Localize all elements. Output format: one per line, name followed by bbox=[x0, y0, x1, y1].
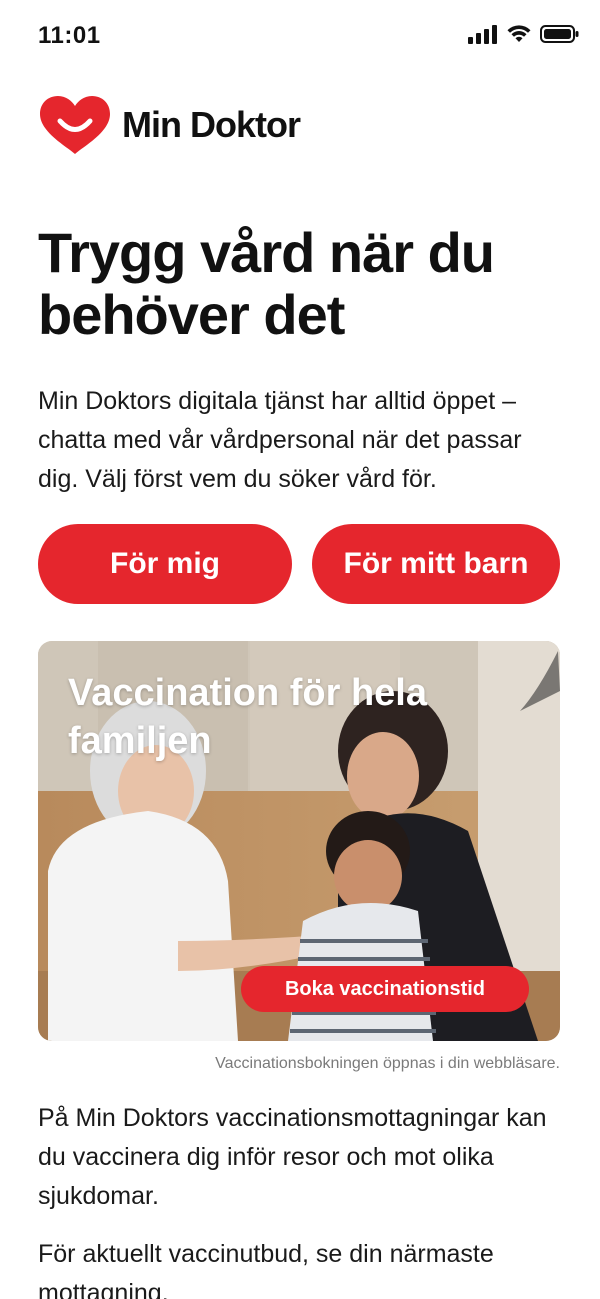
for-my-child-button[interactable]: För mitt barn bbox=[312, 524, 560, 604]
promo-note: Vaccinationsbokningen öppnas i din webbl… bbox=[215, 1055, 560, 1072]
status-time: 11:01 bbox=[38, 22, 101, 49]
book-vaccination-button[interactable]: Boka vaccinationstid bbox=[241, 966, 529, 1012]
hero-description: Min Doktors digitala tjänst har alltid ö… bbox=[38, 387, 522, 493]
logo[interactable]: Min Doktor bbox=[38, 94, 301, 156]
status-icons bbox=[468, 24, 580, 44]
wifi-icon bbox=[507, 25, 531, 42]
heart-smile-logo-icon bbox=[40, 96, 110, 154]
battery-icon bbox=[540, 25, 579, 43]
vaccination-info-text: På Min Doktors vaccinationsmottagningar … bbox=[38, 1104, 547, 1210]
vaccine-offer-text: För aktuellt vaccinutbud, se din närmast… bbox=[38, 1240, 494, 1299]
promo-title: Vaccination för hela familjen bbox=[68, 672, 427, 762]
logo-text: Min Doktor bbox=[122, 104, 301, 145]
page-title: Trygg vård när du behöver det bbox=[38, 221, 495, 346]
for-me-button[interactable]: För mig bbox=[38, 524, 292, 604]
signal-icon bbox=[468, 25, 497, 44]
status-bar: 11:01 bbox=[0, 0, 600, 72]
vaccination-promo-card[interactable]: Vaccination för hela familjen Boka vacci… bbox=[38, 641, 560, 1041]
